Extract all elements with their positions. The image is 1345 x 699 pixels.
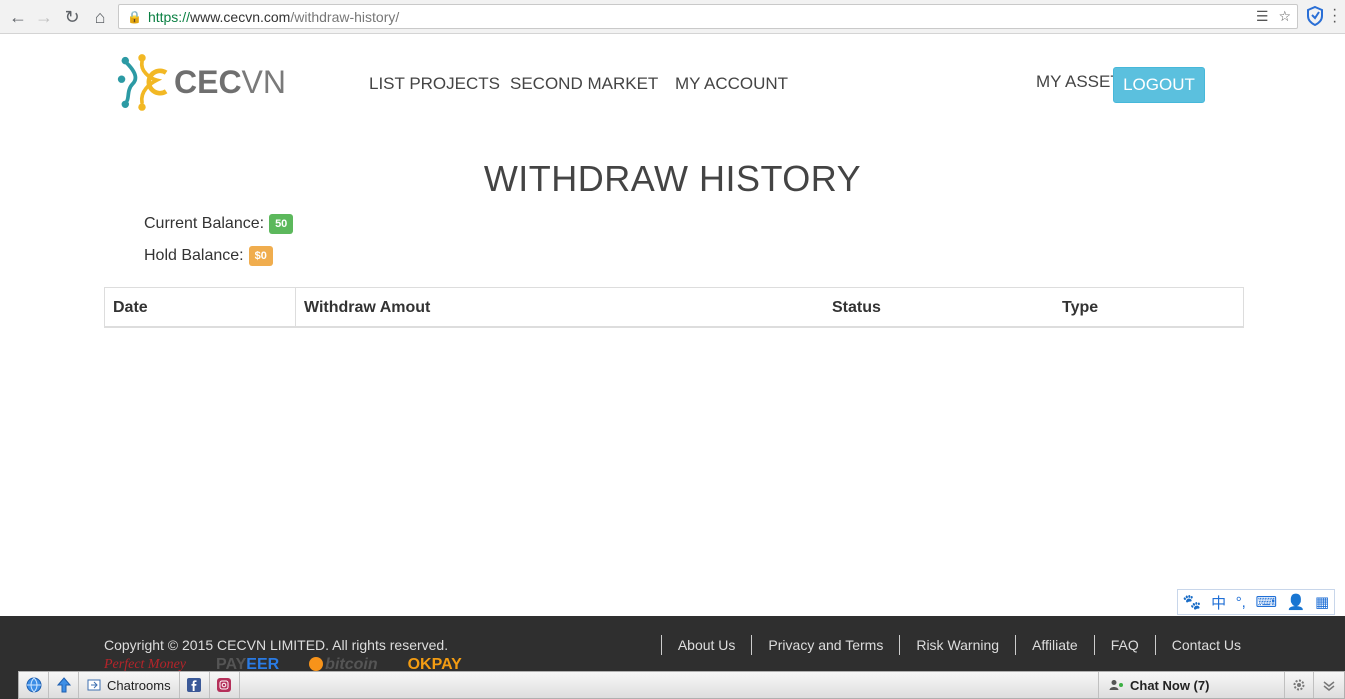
nav-my-account[interactable]: MY ACCOUNT — [675, 74, 788, 94]
facebook-icon[interactable] — [180, 672, 210, 698]
nav-list-projects[interactable]: LIST PROJECTS — [369, 74, 500, 94]
star-icon[interactable]: ☆ — [1278, 8, 1291, 25]
chatrooms-button[interactable]: Chatrooms — [79, 672, 180, 698]
chat-now-button[interactable]: Chat Now (7) — [1098, 672, 1284, 698]
url-scheme: https:// — [147, 8, 190, 25]
footer-link-faq[interactable]: FAQ — [1093, 635, 1155, 655]
column-header-type: Type — [1062, 298, 1099, 316]
current-balance-label: Current Balance: — [144, 215, 265, 232]
ime-toolbar: 🐾 中 °, ⌨ 👤 ▦ — [1177, 589, 1335, 615]
collapse-icon[interactable] — [1314, 672, 1344, 698]
ime-chinese-icon[interactable]: 中 — [1211, 592, 1226, 613]
footer-links: About Us Privacy and Terms Risk Warning … — [660, 635, 1241, 655]
address-bar[interactable]: 🔒 https://www.cecvn.com/withdraw-history… — [118, 4, 1298, 29]
url-host: www.cecvn.com — [189, 8, 291, 25]
back-icon[interactable]: ← — [4, 3, 32, 31]
reload-icon[interactable]: ↻ — [58, 3, 86, 31]
hold-balance-label: Hold Balance: — [144, 247, 244, 264]
page-title: WITHDRAW HISTORY — [483, 158, 862, 199]
logo-text-bold: CEC — [173, 63, 242, 100]
ime-user-icon[interactable]: 👤 — [1287, 593, 1306, 611]
chatrooms-icon — [87, 679, 101, 691]
hold-balance-row: Hold Balance: $0 — [144, 246, 273, 266]
withdraw-history-table: Date Withdraw Amout Status Type — [104, 287, 1244, 328]
nav-second-market[interactable]: SECOND MARKET — [510, 74, 658, 94]
footer-link-about[interactable]: About Us — [660, 635, 752, 655]
logout-button[interactable]: LOGOUT — [1113, 67, 1205, 103]
footer-link-privacy[interactable]: Privacy and Terms — [751, 635, 899, 655]
lock-icon: 🔒 — [127, 9, 142, 24]
ime-grid-icon[interactable]: ▦ — [1315, 593, 1329, 611]
copyright-text: Copyright © 2015 CECVN LIMITED. All righ… — [104, 637, 449, 653]
users-online-icon — [1109, 680, 1123, 690]
globe-icon[interactable] — [19, 672, 49, 698]
ime-punctuation-icon[interactable]: °, — [1236, 594, 1246, 611]
footer-link-contact[interactable]: Contact Us — [1154, 635, 1241, 655]
ime-keyboard-icon[interactable]: ⌨ — [1255, 593, 1277, 611]
shield-extension-icon[interactable] — [1306, 6, 1324, 26]
url-path: /withdraw-history/ — [290, 8, 400, 25]
chatrooms-label: Chatrooms — [107, 677, 171, 693]
nav-my-asset[interactable]: MY ASSET — [1036, 72, 1121, 92]
site-logo[interactable]: CECVN — [116, 50, 286, 114]
logo-text-light: VN — [241, 63, 286, 100]
column-header-withdraw-amount: Withdraw Amout — [304, 298, 431, 316]
footer-link-risk[interactable]: Risk Warning — [899, 635, 1015, 655]
logo-mark-icon — [117, 54, 168, 111]
column-header-status: Status — [832, 298, 881, 316]
chat-toolbar: Chatrooms Chat Now (7) — [18, 671, 1345, 699]
column-header-date: Date — [105, 288, 296, 327]
bitcoin-icon — [309, 657, 324, 671]
hold-balance-badge: $0 — [248, 246, 273, 266]
translate-icon[interactable]: ☰ — [1256, 8, 1269, 25]
browser-menu-icon[interactable]: · · · — [1332, 2, 1337, 30]
upload-icon[interactable] — [49, 672, 79, 698]
browser-toolbar: ← → ↻ ⌂ 🔒 https://www.cecvn.com/withdraw… — [0, 0, 1345, 34]
home-icon[interactable]: ⌂ — [86, 3, 114, 31]
gear-icon[interactable] — [1284, 672, 1314, 698]
forward-icon[interactable]: → — [30, 3, 58, 31]
current-balance-row: Current Balance: 50 — [144, 214, 294, 234]
instagram-icon[interactable] — [210, 672, 240, 698]
current-balance-badge: 50 — [269, 214, 294, 234]
chat-now-label: Chat Now (7) — [1130, 677, 1210, 693]
ime-paw-icon[interactable]: 🐾 — [1183, 593, 1202, 611]
footer-link-affiliate[interactable]: Affiliate — [1015, 635, 1094, 655]
